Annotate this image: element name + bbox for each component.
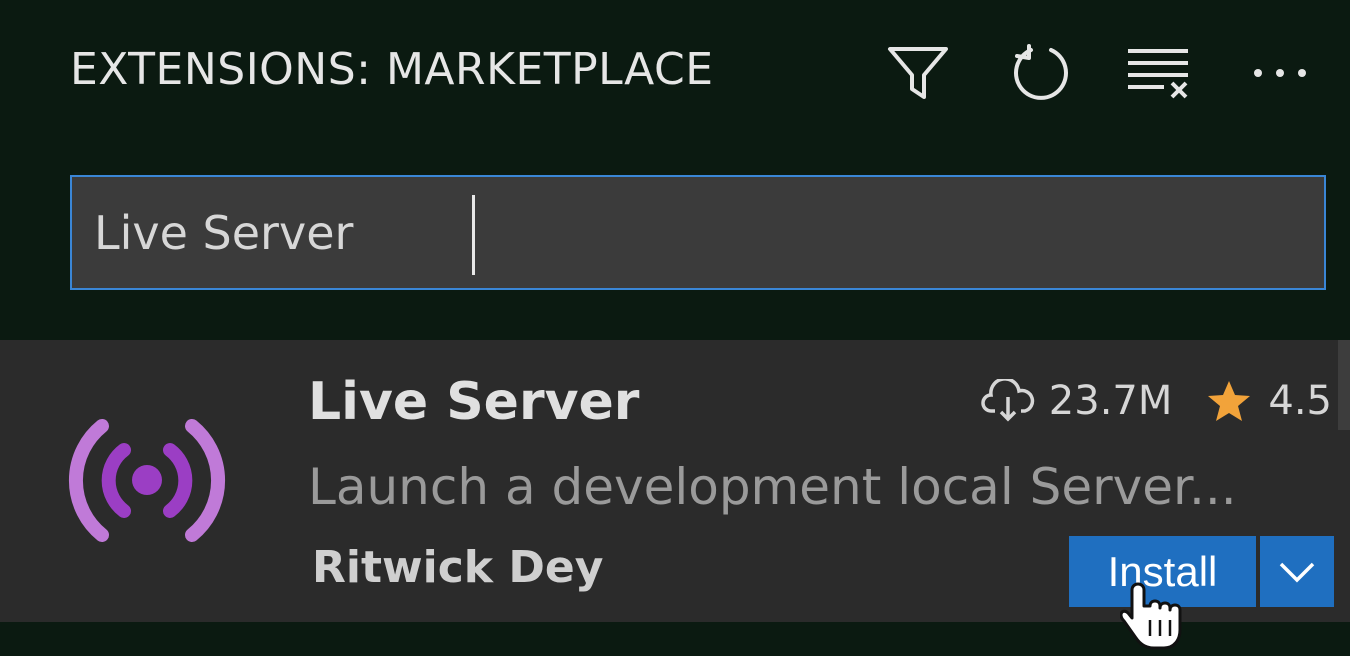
refresh-icon [1014, 44, 1068, 100]
extension-publisher[interactable]: Ritwick Dey [312, 542, 603, 593]
search-input[interactable] [72, 177, 1324, 288]
panel-title: EXTENSIONS: MARKETPLACE [70, 44, 714, 95]
more-actions-button[interactable] [1245, 38, 1315, 108]
refresh-button[interactable] [1005, 38, 1075, 108]
hand-pointer-cursor [1119, 580, 1186, 656]
extension-stats: 23.7M 4.5 [981, 378, 1332, 424]
text-caret [472, 195, 475, 275]
search-box [70, 175, 1326, 290]
chevron-down-icon [1279, 562, 1315, 582]
filter-button[interactable] [883, 38, 953, 108]
clear-results-button[interactable] [1123, 38, 1193, 108]
rating-value: 4.5 [1268, 378, 1332, 424]
clear-results-icon [1128, 49, 1188, 99]
filter-icon [888, 47, 948, 99]
more-actions-icon [1254, 69, 1306, 77]
extension-logo [62, 418, 232, 547]
download-count: 23.7M [1048, 378, 1173, 424]
cloud-download-icon [981, 379, 1034, 422]
broadcast-icon [68, 419, 226, 542]
extension-description: Launch a development local Server... [308, 458, 1237, 516]
extensions-header: EXTENSIONS: MARKETPLACE [0, 0, 1350, 150]
scrollbar-thumb[interactable] [1338, 340, 1350, 430]
star-icon [1208, 381, 1251, 421]
extension-name: Live Server [308, 372, 640, 432]
install-options-button[interactable] [1260, 536, 1334, 607]
